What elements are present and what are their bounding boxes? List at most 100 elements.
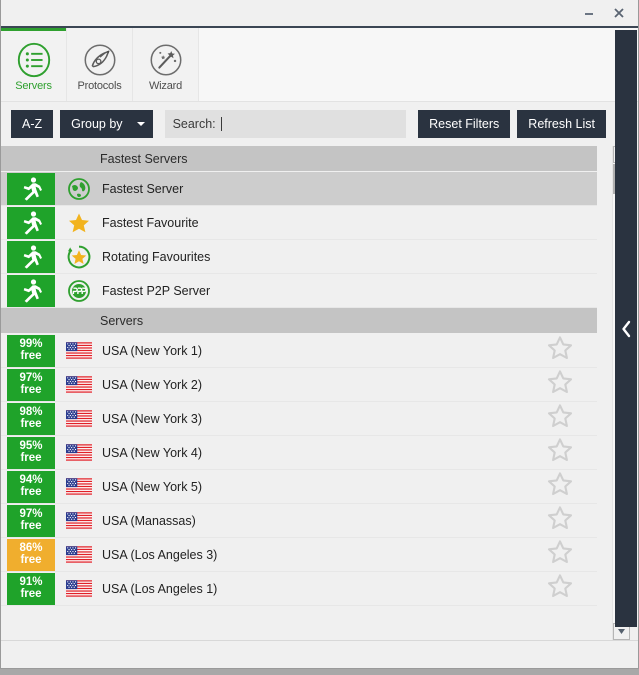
load-badge: 95% free (7, 436, 55, 469)
refresh-list-button[interactable]: Refresh List (517, 110, 606, 138)
row-icon (66, 440, 92, 466)
chevron-left-icon (621, 320, 630, 337)
list-item[interactable]: 94% free USA (New York 5) (1, 470, 597, 504)
minimize-icon (585, 13, 593, 15)
chevron-down-icon (136, 122, 145, 126)
list-item-label: Rotating Favourites (102, 249, 211, 264)
favourite-toggle[interactable] (547, 437, 573, 468)
list-item-label: Fastest Server (102, 181, 184, 196)
star-outline-icon (547, 574, 573, 598)
sidebar-expand-button[interactable] (615, 30, 637, 627)
load-badge: 94% free (7, 470, 55, 503)
flag-usa-icon (66, 376, 92, 393)
list-item[interactable]: Fastest Favourite (1, 206, 597, 240)
load-free-label: free (20, 553, 42, 566)
sort-az-button[interactable]: A-Z (11, 110, 54, 138)
list-group-header: Servers (1, 308, 597, 334)
load-badge: 86% free (7, 538, 55, 571)
flag-usa-icon (66, 546, 92, 563)
list-item[interactable]: 91% free USA (Los Angeles 1) (1, 572, 597, 606)
load-free-label: free (20, 587, 42, 600)
favourite-toggle[interactable] (547, 505, 573, 536)
server-list-area: Fastest Servers Fastest Server Fastest Fav… (1, 146, 638, 640)
list-item-label: Fastest Favourite (102, 215, 199, 230)
load-percent: 98% (19, 405, 43, 418)
search-input[interactable]: Search: (164, 110, 407, 138)
row-icon (66, 542, 92, 568)
magic-wand-icon (150, 44, 181, 75)
flag-usa-icon (66, 342, 92, 359)
group-by-label: Group by (71, 117, 123, 131)
close-icon (614, 8, 624, 18)
list-item-label: USA (New York 1) (102, 343, 203, 358)
protocols-icon (84, 44, 115, 75)
load-badge: 98% free (7, 402, 55, 435)
load-badge: 91% free (7, 572, 55, 605)
load-badge: 97% free (7, 368, 55, 401)
list-item-label: USA (Los Angeles 1) (102, 581, 218, 596)
favourite-toggle[interactable] (547, 403, 573, 434)
list-circle-icon (17, 42, 50, 77)
row-icon (66, 244, 92, 270)
tab-strip: Servers Protocols Wizard (1, 28, 638, 102)
fastest-badge (7, 240, 55, 273)
favourite-toggle[interactable] (547, 471, 573, 502)
p2p-icon (68, 279, 90, 302)
tab-protocols-label: Protocols (77, 79, 122, 92)
favourite-toggle[interactable] (547, 573, 573, 604)
flag-usa-icon (66, 512, 92, 529)
tab-protocols[interactable]: Protocols (67, 28, 133, 101)
tab-servers[interactable]: Servers (1, 28, 67, 101)
group-by-dropdown[interactable]: Group by (60, 110, 153, 138)
star-outline-icon (547, 438, 573, 462)
favourite-toggle[interactable] (547, 369, 573, 400)
search-input-label: Search: (172, 117, 216, 131)
list-item-label: USA (New York 2) (102, 377, 203, 392)
list-item[interactable]: 99% free USA (New York 1) (1, 334, 597, 368)
rotating-star-icon (67, 245, 91, 268)
fastest-badge (7, 206, 55, 239)
load-free-label: free (20, 383, 42, 396)
list-item[interactable]: Rotating Favourites (1, 240, 597, 274)
reset-filters-button[interactable]: Reset Filters (418, 110, 511, 138)
flag-usa-icon (66, 580, 92, 597)
title-bar (1, 0, 638, 28)
row-icon (66, 210, 92, 236)
list-item[interactable]: 95% free USA (New York 4) (1, 436, 597, 470)
load-badge: 99% free (7, 334, 55, 367)
star-outline-icon (547, 404, 573, 428)
status-bar (1, 640, 638, 668)
minimize-button[interactable] (574, 1, 604, 25)
favourite-toggle[interactable] (547, 335, 573, 366)
load-percent: 86% (19, 541, 43, 554)
load-percent: 97% (19, 371, 43, 384)
list-item-label: USA (New York 5) (102, 479, 203, 494)
fastest-badge (7, 274, 55, 307)
server-list: Fastest Servers Fastest Server Fastest Fav… (1, 146, 597, 640)
tab-wizard[interactable]: Wizard (133, 28, 199, 101)
list-item[interactable]: Fastest Server (1, 172, 597, 206)
row-icon (66, 508, 92, 534)
star-outline-icon (547, 472, 573, 496)
load-free-label: free (20, 519, 42, 532)
row-icon (66, 576, 92, 602)
row-icon (66, 338, 92, 364)
list-item-label: USA (Los Angeles 3) (102, 547, 218, 562)
globe-icon (68, 177, 90, 200)
running-man-icon (23, 244, 42, 269)
row-icon (66, 372, 92, 398)
list-item[interactable]: 86% free USA (Los Angeles 3) (1, 538, 597, 572)
favourite-toggle[interactable] (547, 539, 573, 570)
flag-usa-icon (66, 444, 92, 461)
scroll-down-arrow-icon (618, 629, 625, 634)
list-item[interactable]: 97% free USA (New York 2) (1, 368, 597, 402)
text-cursor (220, 117, 222, 131)
close-button[interactable] (604, 1, 634, 25)
tab-servers-label: Servers (15, 79, 52, 92)
row-icon (66, 406, 92, 432)
running-man-icon (23, 210, 42, 235)
list-item[interactable]: 98% free USA (New York 3) (1, 402, 597, 436)
list-item[interactable]: Fastest P2P Server (1, 274, 597, 308)
list-item[interactable]: 97% free USA (Manassas) (1, 504, 597, 538)
load-free-label: free (20, 451, 42, 464)
